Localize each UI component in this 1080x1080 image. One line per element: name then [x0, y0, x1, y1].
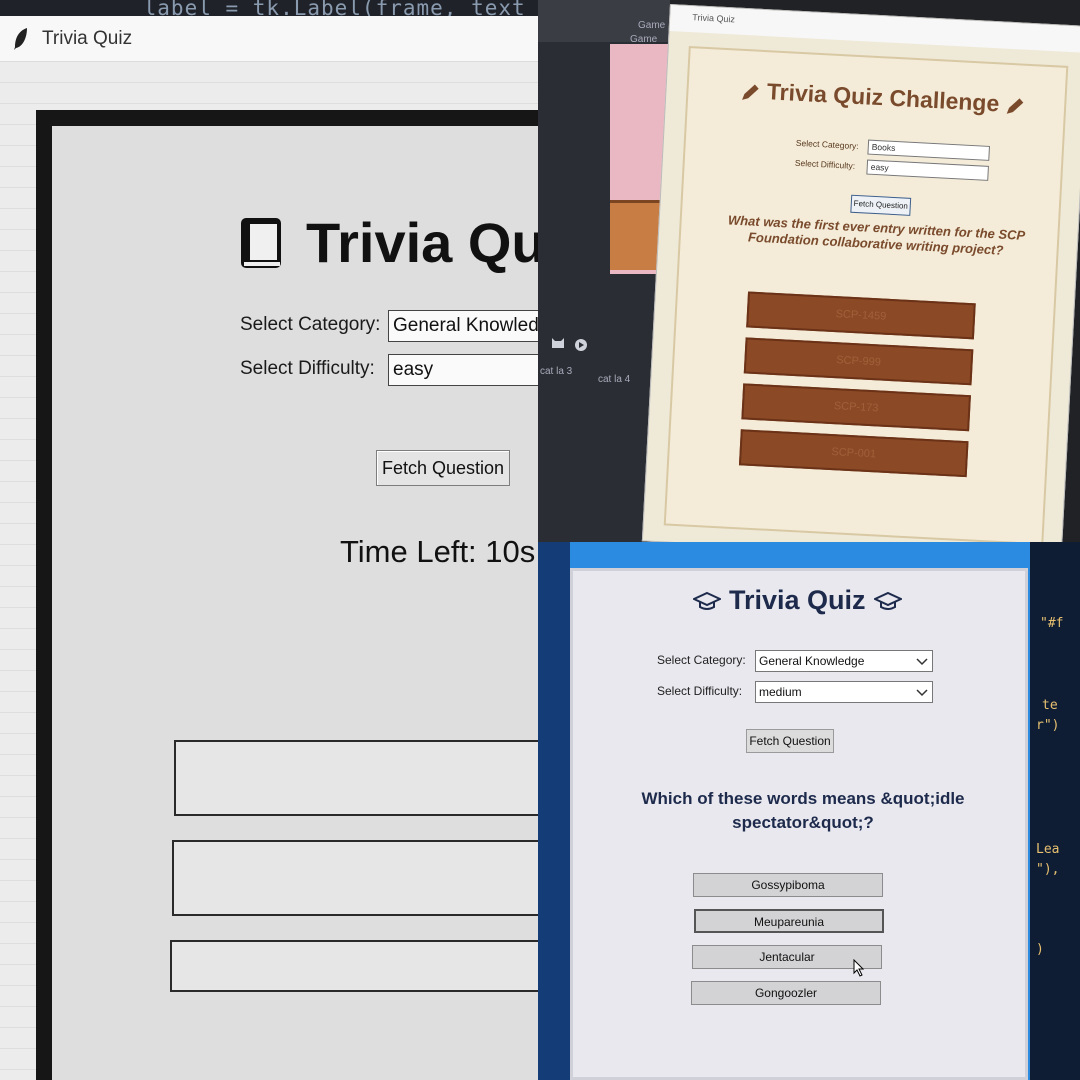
code-line-6: ) — [1036, 942, 1044, 957]
cat-sprite-icon[interactable] — [550, 336, 566, 350]
play-icon[interactable] — [574, 338, 588, 352]
feather-icon — [14, 27, 27, 50]
category-select[interactable]: General Knowledge — [755, 650, 933, 672]
difficulty-label: Select Difficulty: — [794, 157, 856, 171]
answer-button-3[interactable]: SCP-173 — [741, 383, 971, 432]
category-label: Select Category: — [240, 314, 381, 335]
code-editor-strip: "#f te r") Lea "), ) — [1030, 542, 1080, 1080]
editor-label-cat-3: cat la 3 — [540, 366, 573, 377]
editor-tab-game[interactable]: Game — [638, 20, 665, 31]
page-title: Trivia Qu — [238, 210, 538, 275]
answer-button-4[interactable]: SCP-001 — [738, 429, 969, 478]
code-line-2: te — [1042, 698, 1058, 713]
timer-label: Time Left: 10s — [340, 534, 536, 569]
panel-challenge-quiz: Game Game cat la 3 cat la 4 Trivia Quiz … — [538, 0, 1080, 542]
code-line-5: "), — [1036, 862, 1060, 877]
page-title: Trivia Quiz — [685, 585, 910, 616]
answer-button-2[interactable] — [172, 840, 538, 916]
answer-button-1[interactable] — [174, 740, 538, 816]
code-line-4: Lea — [1036, 842, 1060, 857]
quiz-content: Trivia Quiz Challenge Select Category: B… — [663, 46, 1069, 542]
answer-button-3[interactable] — [170, 940, 538, 992]
code-editor-strip: _label = tk.Label(frame, text — [0, 0, 538, 16]
pencil-icon — [1007, 98, 1024, 114]
screenshot-collage: _label = tk.Label(frame, text Trivia Qui… — [0, 0, 1080, 1080]
window-titlebar: Trivia Quiz — [0, 16, 538, 62]
difficulty-value: medium — [759, 685, 802, 699]
panel-easy-quiz: _label = tk.Label(frame, text Trivia Qui… — [0, 0, 538, 1080]
code-line-3: r") — [1036, 718, 1060, 733]
chevron-down-icon — [916, 689, 928, 697]
fetch-question-button[interactable]: Fetch Question — [376, 450, 510, 486]
fetch-question-button[interactable]: Fetch Question — [746, 729, 834, 753]
window-title: Trivia Quiz — [42, 27, 133, 49]
window-title: Trivia Quiz — [669, 5, 1080, 53]
category-label: Select Category: — [795, 137, 859, 152]
category-select[interactable]: General Knowledg — [388, 310, 538, 342]
panel-medium-quiz: "#f te r") Lea "), ) Trivia Quiz Select … — [538, 542, 1080, 1080]
difficulty-select[interactable]: easy — [866, 159, 989, 181]
answer-button-1[interactable]: SCP-1459 — [746, 291, 976, 340]
difficulty-label: Select Difficulty: — [240, 358, 375, 379]
graduation-cap-icon — [873, 591, 902, 610]
fetch-question-button[interactable]: Fetch Question — [850, 194, 912, 216]
page-title-text: Trivia Quiz Challenge — [766, 78, 1000, 117]
page-title-text: Trivia Quiz — [729, 585, 866, 615]
answer-button-4[interactable]: Gongoozler — [691, 981, 881, 1005]
category-select[interactable]: Books — [867, 139, 991, 161]
mouse-cursor-icon — [853, 959, 865, 977]
page-title: Trivia Quiz Challenge — [740, 77, 1026, 119]
trivia-window: Trivia Quiz Trivia Quiz Challenge Select… — [641, 4, 1080, 542]
book-icon — [241, 217, 281, 268]
code-line-1: "#f — [1040, 616, 1064, 631]
chevron-down-icon — [916, 658, 928, 666]
answer-button-1[interactable]: Gossypiboma — [693, 873, 883, 897]
graduation-cap-icon — [693, 591, 721, 610]
question-text: Which of these words means &quot;idle sp… — [641, 789, 965, 832]
quiz-frame: Trivia Qu Select Category: General Knowl… — [36, 110, 538, 1080]
category-label: Select Category: — [657, 653, 746, 667]
difficulty-select[interactable]: easy — [388, 354, 538, 386]
category-value: General Knowledge — [759, 654, 865, 668]
difficulty-label: Select Difficulty: — [657, 684, 743, 698]
editor-label-cat-4: cat la 4 — [598, 374, 631, 385]
question-text: What was the first ever entry written fo… — [727, 212, 1026, 258]
difficulty-select[interactable]: medium — [755, 681, 933, 703]
answer-button-2[interactable]: Meupareunia — [694, 909, 884, 933]
trivia-window: Trivia Quiz Select Category: General Kno… — [570, 568, 1028, 1080]
pencil-icon — [742, 84, 759, 100]
editor-gutter — [538, 542, 570, 1080]
page-title-text: Trivia Qu — [306, 211, 538, 274]
answer-button-2[interactable]: SCP-999 — [743, 337, 974, 386]
